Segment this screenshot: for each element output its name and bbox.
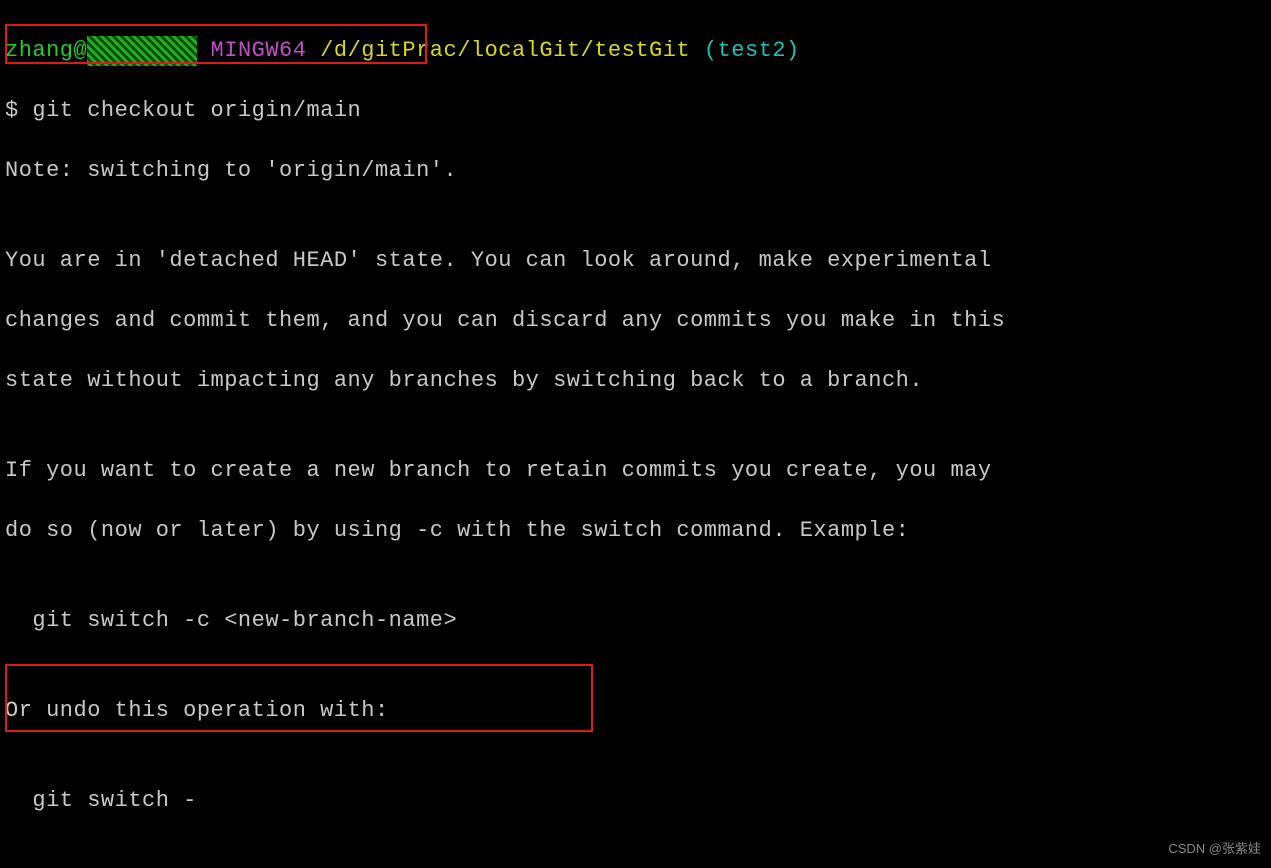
prompt-user: zhang@ (5, 38, 87, 63)
output-line: Note: switching to 'origin/main'. (5, 156, 1266, 186)
output-line: changes and commit them, and you can dis… (5, 306, 1266, 336)
command-1: $ git checkout origin/main (5, 96, 1266, 126)
output-line: do so (now or later) by using -c with th… (5, 516, 1266, 546)
prompt-path: /d/gitPrac/localGit/testGit (320, 38, 690, 63)
prompt-host-redacted: ######## (87, 36, 197, 66)
output-line: git switch - (5, 786, 1266, 816)
prompt-branch: (test2) (704, 38, 800, 63)
output-line: Or undo this operation with: (5, 696, 1266, 726)
watermark: CSDN @张紫娃 (1168, 834, 1261, 864)
output-line: git switch -c <new-branch-name> (5, 606, 1266, 636)
terminal[interactable]: zhang@######## MINGW64 /d/gitPrac/localG… (0, 0, 1271, 868)
output-line: If you want to create a new branch to re… (5, 456, 1266, 486)
prompt-line-1: zhang@######## MINGW64 /d/gitPrac/localG… (5, 36, 1266, 66)
output-line: You are in 'detached HEAD' state. You ca… (5, 246, 1266, 276)
output-line: state without impacting any branches by … (5, 366, 1266, 396)
prompt-env: MINGW64 (211, 38, 307, 63)
